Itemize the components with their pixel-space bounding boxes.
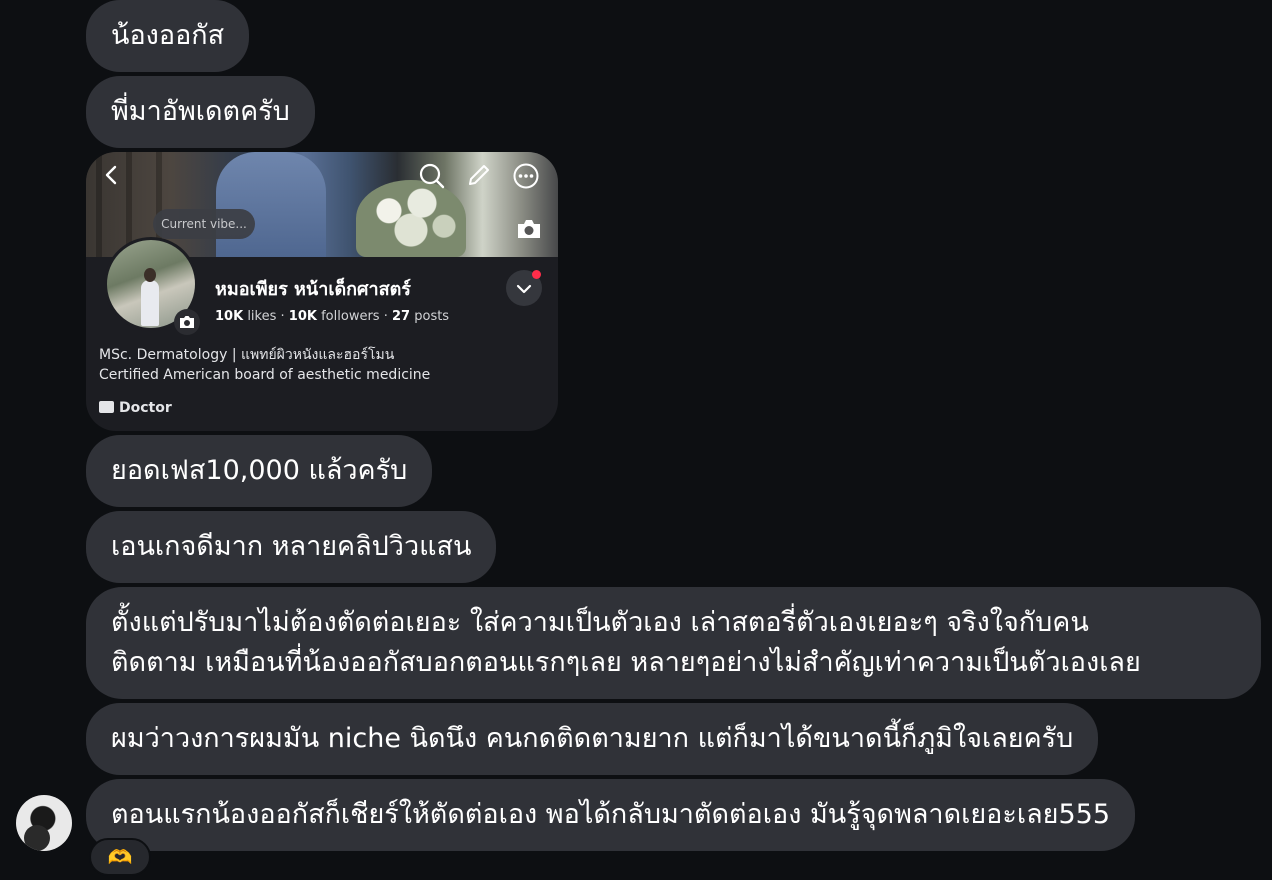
search-icon — [419, 163, 445, 189]
more-icon — [513, 163, 539, 189]
message-bubble[interactable]: ตอนแรกน้องออกัสก็เชียร์ให้ตัดต่อเอง พอได… — [86, 779, 1135, 851]
message-bubble[interactable]: น้องออกัส — [86, 0, 250, 72]
folder-icon — [99, 401, 114, 413]
message-text: ผมว่าวงการผมมัน niche นิดนึง คนกดติดตามย… — [111, 723, 1074, 754]
message-bubble[interactable]: ผมว่าวงการผมมัน niche นิดนึง คนกดติดตามย… — [86, 703, 1099, 775]
avatar-camera-badge — [174, 309, 200, 335]
message-bubble[interactable]: เอนเกจดีมาก หลายคลิปวิวแสน — [86, 511, 497, 583]
bio-line: MSc. Dermatology | แพทย์ผิวหนังและฮอร์โม… — [99, 347, 395, 363]
message-bubble[interactable]: ตั้งแต่ปรับมาไม่ต้องตัดต่อเยอะ ใส่ความเป… — [86, 587, 1261, 699]
profile-stats: 10K likes · 10K followers · 27 posts — [215, 309, 450, 324]
camera-icon — [518, 220, 540, 238]
back-icon — [105, 165, 117, 185]
profile-name: หมอเพียร หน้าเด็กศาสตร์ — [215, 279, 411, 300]
edit-icon — [469, 165, 489, 185]
sender-avatar[interactable] — [16, 795, 72, 851]
message-text: น้องออกัส — [111, 20, 225, 51]
notification-dot — [532, 270, 541, 279]
bio-line: Certified American board of aesthetic me… — [99, 367, 431, 383]
message-bubble[interactable]: พี่มาอัพเดตครับ — [86, 76, 315, 148]
message-text: เอนเกจดีมาก หลายคลิปวิวแสน — [111, 531, 472, 562]
message-text: ยอดเฟส10,000 แล้วครับ — [111, 455, 408, 486]
message-bubble[interactable]: ยอดเฟส10,000 แล้วครับ — [86, 435, 433, 507]
profile-bio: MSc. Dermatology | แพทย์ผิวหนังและฮอร์โม… — [99, 345, 430, 385]
message-text-line: ติดตาม เหมือนที่น้องออกัสบอกตอนแรกๆเลย ห… — [111, 647, 1141, 678]
camera-icon — [180, 316, 194, 328]
message-reaction[interactable]: 🫶 — [89, 838, 151, 876]
shared-profile-screenshot[interactable]: Current vibe... หมอเพียร หน้าเด็กศาสตร์ … — [86, 152, 558, 431]
profile-category: Doctor — [99, 400, 172, 416]
note-bubble: Current vibe... — [153, 209, 255, 239]
message-text-line: ตั้งแต่ปรับมาไม่ต้องตัดต่อเยอะ ใส่ความเป… — [111, 607, 1089, 638]
message-text: ตอนแรกน้องออกัสก็เชียร์ให้ตัดต่อเอง พอได… — [111, 799, 1110, 830]
reaction-emoji: 🫶 — [107, 845, 133, 869]
message-text: พี่มาอัพเดตครับ — [111, 96, 290, 127]
